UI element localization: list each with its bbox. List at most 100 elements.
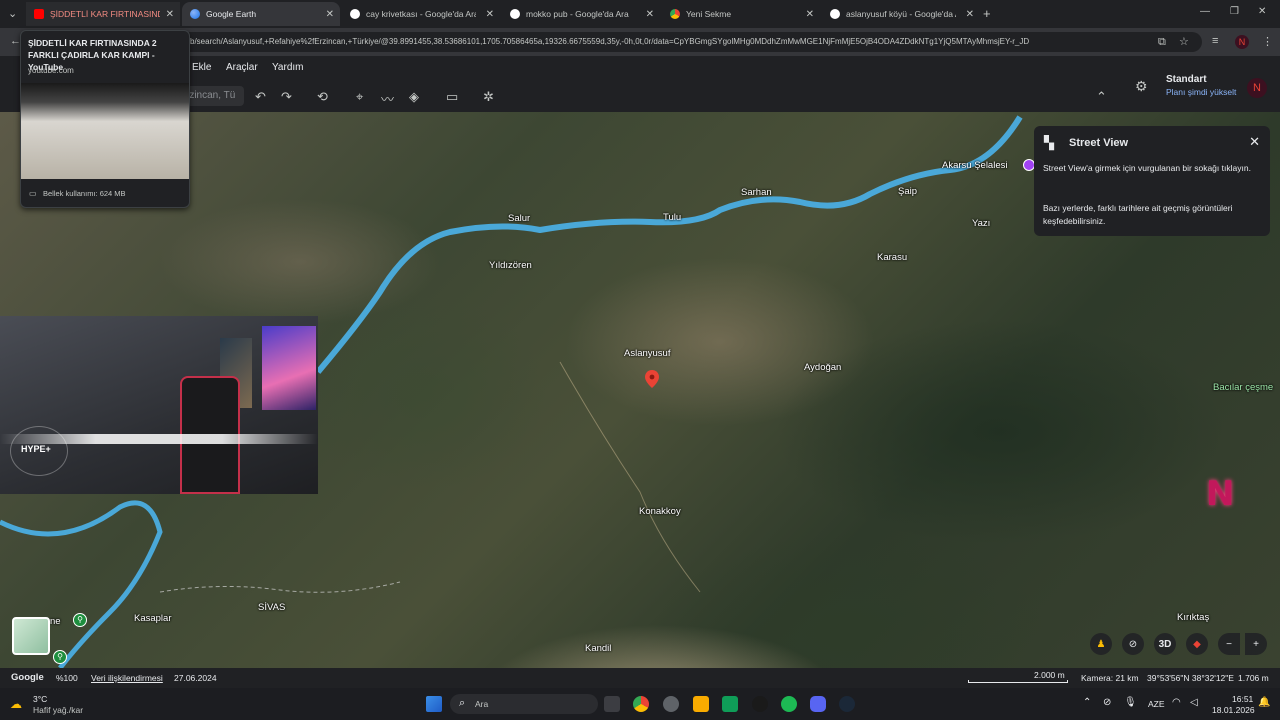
notification-bell-icon[interactable]: 🔔 [1258,697,1270,708]
place-partial-label[interactable]: ne [50,616,61,627]
poi-marker-icon[interactable]: ⚲ [53,650,67,664]
pegman-icon: ▚ [1044,135,1054,150]
task-view-icon[interactable] [604,696,620,712]
tab-label: Yeni Sekme [686,9,732,19]
obs-icon[interactable] [752,696,768,712]
windows-taskbar: ☁ 3°C Hafif yağ./kar ⌕ Ara ⌃ ⊘ 🎙 AZE ◠ ◁… [0,688,1280,720]
taskbar-search[interactable]: ⌕ Ara [450,694,598,714]
place-akarsu-label[interactable]: Akarsu Şelalesi [942,160,1007,171]
tab-list-icon[interactable]: ⌄ [8,7,17,20]
pegman-icon[interactable]: ♟ [1090,633,1112,655]
place-salur-label[interactable]: Salur [508,213,530,224]
layers-icon[interactable]: ◈ [409,89,419,105]
wifi-icon[interactable]: ◠ [1172,697,1181,708]
place-sarhan-label[interactable]: Sarhan [741,187,772,198]
poi-marker-icon[interactable]: ⚲ [73,613,87,627]
place-aslanyusuf-label[interactable]: Aslanyusuf [624,348,670,359]
account-avatar-icon[interactable]: N [1247,78,1267,98]
zoom-in-button[interactable]: + [1245,633,1267,655]
close-icon[interactable]: ✕ [326,9,334,20]
address-bar-row: ← b/search/Aslanyusuf,+Refahiye%2fErzinc… [0,28,1280,56]
tab-search-aslanyusuf[interactable]: aslanyusuf köyü - Google'da Ara ✕ [822,2,980,26]
history-icon[interactable]: ⟲ [317,89,328,105]
restore-icon[interactable]: ❐ [1230,6,1239,17]
zoom-out-button[interactable]: − [1218,633,1240,655]
open-in-app-icon[interactable]: ⧉ [1158,36,1166,49]
upgrade-link[interactable]: Planı şimdi yükselt [1166,87,1236,97]
close-icon[interactable]: ✕ [486,9,494,20]
microphone-icon[interactable]: 🎙 [1124,697,1137,708]
discord-icon[interactable] [810,696,826,712]
street-view-history-hint: Bazı yerlerde, farklı tarihlere ait geçm… [1043,203,1233,226]
close-icon[interactable]: ✕ [166,9,174,20]
minimize-icon[interactable]: — [1200,6,1210,17]
compass-icon[interactable]: ◆ [1186,633,1208,655]
undo-icon[interactable]: ↶ [255,89,266,105]
input-language[interactable]: AZE [1148,699,1165,709]
place-kasaplar-label[interactable]: Kasaplar [134,613,172,624]
tab-google-earth[interactable]: Google Earth ✕ [182,2,340,26]
place-tulu-label[interactable]: Tulu [663,212,681,223]
data-attribution-link[interactable]: Veri ilişkilendirmesi [91,673,163,683]
place-aydogan-label[interactable]: Aydoğan [804,362,841,373]
omnibox[interactable]: b/search/Aslanyusuf,+Refahiye%2fErzincan… [180,32,1202,52]
chrome-icon [670,9,680,19]
menu-insert[interactable]: Ekle [192,62,211,73]
draw-path-icon[interactable]: 〰 [381,89,394,108]
place-kandil-label[interactable]: Kandil [585,643,611,654]
tab-search-mokko[interactable]: mokko pub - Google'da Ara ✕ [502,2,660,26]
clock-date[interactable]: 18.01.2026 [1212,705,1255,715]
profile-avatar-icon[interactable]: N [1235,35,1249,49]
street-view-hint: Street View'a girmek için vurgulanan bir… [1043,163,1251,173]
menu-tools[interactable]: Araçlar [226,62,258,73]
chrome-icon[interactable] [633,696,649,712]
tab-hover-card: ŞİDDETLİ KAR FIRTINASINDA 2 FARKLI ÇADIR… [20,30,190,208]
settings-icon[interactable] [663,696,679,712]
close-icon[interactable]: ✕ [1249,134,1260,150]
media-control-icon[interactable]: ≡ [1212,35,1218,47]
place-konakkoy-label[interactable]: Konakkoy [639,506,681,517]
map-style-thumbnail[interactable] [12,617,50,655]
close-icon[interactable]: ✕ [966,9,974,20]
hover-card-domain: youtube.com [28,66,74,75]
zoom-level[interactable]: %100 [56,673,78,683]
place-bacilar-label[interactable]: Bacılar çeşme [1213,382,1273,393]
kebab-menu-icon[interactable]: ⋮ [1262,35,1273,48]
steam-icon[interactable] [839,696,855,712]
network-off-icon[interactable]: ⊘ [1103,697,1111,708]
menu-help[interactable]: Yardım [272,62,304,73]
new-tab-icon[interactable]: + [983,6,991,21]
tab-new[interactable]: Yeni Sekme ✕ [662,2,820,26]
placemark-icon[interactable]: ⌖ [356,89,363,105]
place-karasu-label[interactable]: Karasu [877,252,907,263]
tab-search-cay[interactable]: cay krivetkası - Google'da Ara ✕ [342,2,500,26]
bookmark-star-icon[interactable]: ☆ [1179,35,1189,48]
tray-overflow-icon[interactable]: ⌃ [1083,697,1091,708]
satellite-icon[interactable]: ✲ [483,89,494,105]
location-pin-icon[interactable] [645,370,659,388]
app-icon[interactable] [722,696,738,712]
tab-youtube[interactable]: ŞİDDETLİ KAR FIRTINASINDA 2 ✕ [26,2,180,26]
place-saip-label[interactable]: Şaip [898,186,917,197]
rotate-off-icon[interactable]: ⊘ [1122,633,1144,655]
clock-time[interactable]: 16:51 [1232,694,1253,704]
place-yildizoren-label[interactable]: Yıldızören [489,260,532,271]
redo-icon[interactable]: ↷ [281,89,292,105]
spotify-icon[interactable] [781,696,797,712]
tab-label: Google Earth [206,9,257,19]
ruler-icon[interactable]: ▭ [446,89,458,105]
ground-elevation: 1.706 m [1238,673,1269,683]
volume-icon[interactable]: ◁ [1190,697,1198,708]
place-yazi-label[interactable]: Yazı [972,218,990,229]
close-icon[interactable]: ✕ [806,9,814,20]
settings-gear-icon[interactable]: ⚙ [1135,78,1148,95]
close-icon[interactable]: ✕ [646,9,654,20]
google-icon [830,9,840,19]
file-explorer-icon[interactable] [693,696,709,712]
3d-toggle-button[interactable]: 3D [1154,633,1176,655]
webcam-overlay: HYPE+ [0,316,318,494]
start-menu-icon[interactable] [426,696,442,712]
place-kiriktas-label[interactable]: Kırıktaş [1177,612,1209,623]
collapse-toolbar-icon[interactable]: ⌃ [1096,89,1107,105]
close-window-icon[interactable]: ✕ [1258,6,1266,17]
